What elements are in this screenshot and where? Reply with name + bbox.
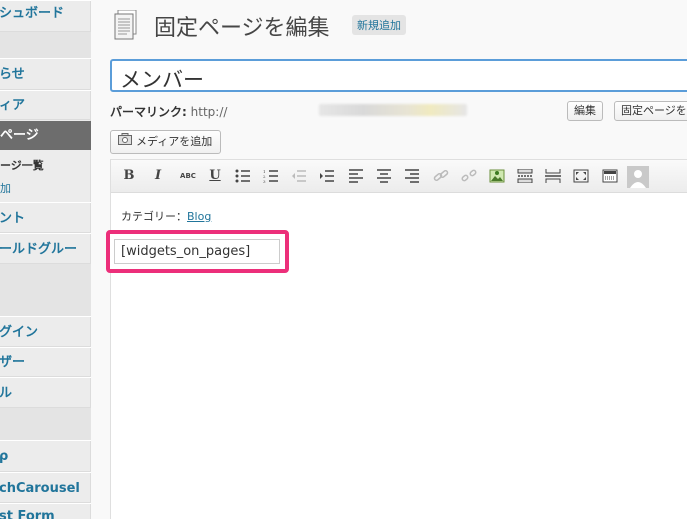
media-icon [118, 131, 132, 153]
page-edit-icon [114, 9, 138, 40]
sidebar-item-label: ント [0, 211, 26, 226]
sidebar-item-tools[interactable]: ル [0, 377, 91, 408]
sidebar-separator [0, 32, 91, 58]
page-break-icon[interactable] [543, 166, 563, 186]
avatar-icon[interactable] [627, 166, 649, 188]
kitchen-sink-icon[interactable] [600, 166, 620, 186]
permalink-label: パーマリンク: [110, 105, 187, 119]
admin-sidebar: シュボード らせ ィア ページ ージ一覧 加 ント ールドグルー グイン ザー … [0, 0, 99, 519]
strikethrough-icon[interactable]: ABC [178, 166, 198, 186]
category-link[interactable]: Blog [187, 210, 211, 223]
more-tag-icon[interactable] [515, 166, 535, 186]
view-page-button[interactable]: 固定ページを表示 [614, 101, 687, 121]
shortcode-highlight-frame: [widgets_on_pages] [106, 230, 289, 273]
underline-icon[interactable]: U [205, 166, 225, 186]
indent-icon[interactable] [317, 166, 337, 186]
image-icon[interactable] [487, 166, 507, 186]
add-media-label: メディアを追加 [136, 135, 213, 148]
bullet-list-icon[interactable] [233, 166, 253, 186]
align-left-icon[interactable] [346, 166, 366, 186]
align-right-icon[interactable] [402, 166, 422, 186]
sidebar-item-dashboard[interactable]: シュボード [0, 0, 91, 32]
fullscreen-icon[interactable] [571, 166, 591, 186]
sidebar-subitem-label: 加 [0, 182, 11, 195]
sidebar-item-label: ールドグルー [0, 242, 78, 257]
add-new-page-button[interactable]: 新規追加 [352, 15, 406, 35]
editor-toolbar: B I ABC U 123 [111, 160, 687, 193]
outdent-icon[interactable] [289, 166, 309, 186]
category-line: カテゴリー：Blog [121, 208, 211, 224]
sidebar-item-label: らせ [0, 67, 25, 82]
sidebar-separator [0, 408, 91, 440]
content-editor[interactable]: B I ABC U 123 カテゴリー：Blog [widgets_on_pag… [106, 159, 687, 519]
page-title: 固定ページを編集 [154, 16, 330, 41]
sidebar-item-label: st Form [0, 509, 55, 519]
shortcode-block[interactable]: [widgets_on_pages] [114, 239, 280, 264]
sidebar-subitem-all-pages[interactable]: ージ一覧 [0, 157, 91, 173]
edit-permalink-button[interactable]: 編集 [567, 101, 603, 121]
permalink-row: パーマリンク: http:// [110, 103, 227, 120]
sidebar-item-plugin-a[interactable]: ρ [0, 440, 91, 472]
sidebar-item-contact-form[interactable]: st Form [0, 503, 91, 519]
sidebar-item-field-groups[interactable]: ールドグルー [0, 233, 91, 264]
sidebar-item-label: ザー [0, 355, 26, 370]
sidebar-item-media[interactable]: ィア [0, 90, 91, 120]
link-icon[interactable] [431, 166, 451, 186]
sidebar-item-news[interactable]: らせ [0, 58, 91, 90]
unlink-icon[interactable] [459, 166, 479, 186]
sidebar-subitem-label: ージ一覧 [0, 159, 44, 172]
numbered-list-icon[interactable]: 123 [261, 166, 281, 186]
add-media-button[interactable]: メディアを追加 [110, 130, 222, 154]
sidebar-separator [0, 264, 91, 316]
sidebar-item-label: ィア [0, 98, 26, 113]
sidebar-item-label: グイン [0, 325, 39, 340]
category-label: カテゴリー： [121, 210, 187, 223]
sidebar-item-label: ル [0, 386, 13, 401]
sidebar-item-plugins[interactable]: グイン [0, 316, 91, 347]
italic-icon[interactable]: I [148, 166, 168, 186]
sidebar-item-label: シュボード [0, 6, 65, 21]
bold-icon[interactable]: B [119, 166, 139, 186]
sidebar-item-carousel[interactable]: chCarousel [0, 472, 91, 503]
permalink-url-blurred [319, 104, 467, 116]
sidebar-item-label: ページ [0, 128, 39, 143]
sidebar-item-users[interactable]: ザー [0, 347, 91, 377]
sidebar-item-label: ρ [0, 449, 8, 464]
sidebar-item-pages[interactable]: ページ [0, 121, 91, 150]
sidebar-item-comments[interactable]: ント [0, 202, 91, 233]
sidebar-item-label: chCarousel [0, 481, 80, 496]
permalink-url[interactable]: http:// [191, 105, 228, 119]
align-center-icon[interactable] [374, 166, 394, 186]
post-title-input[interactable]: メンバー [110, 59, 687, 92]
main-content: 固定ページを編集 新規追加 メンバー パーマリンク: http:// 編集 固定… [91, 0, 687, 519]
sidebar-subitem-add-new[interactable]: 加 [0, 180, 91, 196]
svg-text:3: 3 [263, 179, 266, 183]
